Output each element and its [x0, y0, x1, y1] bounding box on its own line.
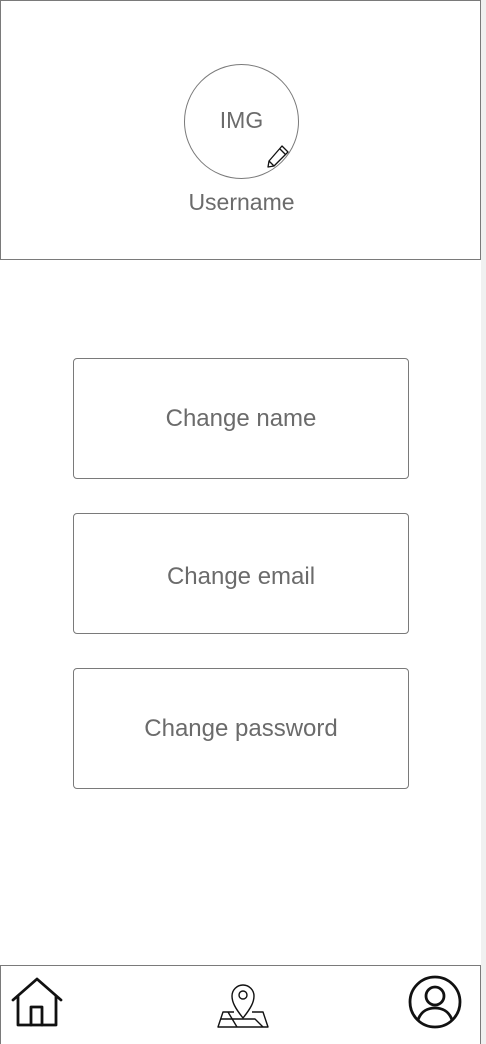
change-email-button[interactable]: Change email	[73, 513, 409, 634]
home-icon	[9, 974, 65, 1035]
avatar-placeholder-text: IMG	[219, 107, 264, 133]
change-name-button[interactable]: Change name	[73, 358, 409, 479]
username-label: Username	[188, 189, 295, 215]
user-profile-icon	[407, 974, 463, 1035]
nav-item-profile[interactable]	[405, 974, 465, 1034]
map-pin-icon	[215, 974, 271, 1035]
avatar[interactable]: IMG	[184, 64, 299, 179]
bottom-navigation-bar	[0, 965, 481, 1044]
scrollbar-track	[481, 0, 486, 1044]
change-password-button[interactable]: Change password	[73, 668, 409, 789]
profile-header: IMG Username	[0, 0, 481, 260]
pencil-icon[interactable]	[263, 143, 291, 171]
nav-item-map[interactable]	[213, 974, 273, 1034]
nav-item-home[interactable]	[7, 974, 67, 1034]
